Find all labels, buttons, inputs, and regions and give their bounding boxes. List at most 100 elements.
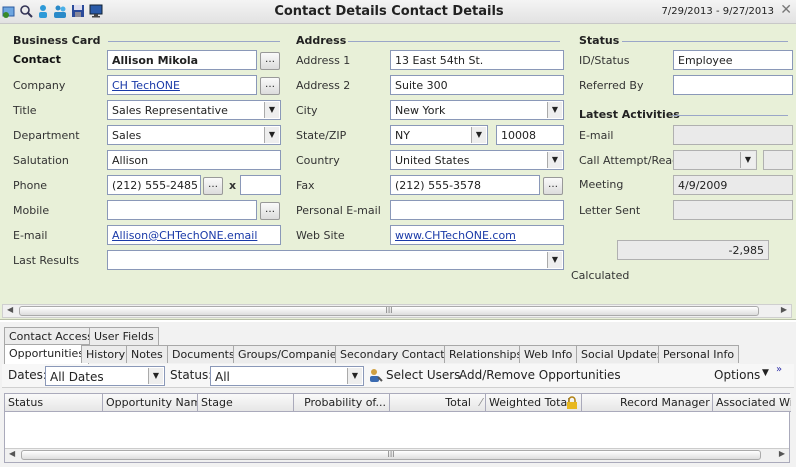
contact-name-field[interactable]: Allison Mikola [107,50,257,70]
tab-relationships[interactable]: Relationships [444,345,528,363]
chevron-down-icon[interactable]: ▼ [547,102,562,118]
tab-user-fields[interactable]: User Fields [89,327,159,345]
scroll-thumb[interactable]: III [21,450,761,460]
status-filter-dropdown[interactable]: All ▼ [210,366,364,386]
fax-field[interactable]: (212) 555-3578 [390,175,540,195]
phone-extension-field[interactable] [240,175,281,195]
fax-ellipsis-button[interactable]: … [543,177,563,195]
mobile-ellipsis-button[interactable]: … [260,202,280,220]
fax-label: Fax [296,179,315,192]
select-users-icon[interactable] [368,368,383,383]
tab-groups-companies[interactable]: Groups/Companies [233,345,348,363]
city-value: New York [395,104,446,117]
tab-social-updates[interactable]: Social Updates [576,345,668,363]
lock-icon [567,396,577,409]
tab-opportunities[interactable]: Opportunities [4,344,90,364]
company-field[interactable]: CH TechONE [107,75,257,95]
website-field[interactable]: www.CHTechONE.com [390,225,564,245]
scroll-left-icon[interactable]: ◀ [7,305,13,314]
city-dropdown[interactable]: New York ▼ [390,100,564,120]
grid-horizontal-scrollbar[interactable]: ◀ III ▶ [5,448,789,462]
chevron-down-icon[interactable]: ▼ [762,368,769,378]
address1-field[interactable]: 13 East 54th St. [390,50,564,70]
contact-ellipsis-button[interactable]: … [260,52,280,70]
form-horizontal-scrollbar[interactable]: ◀ III ▶ [2,304,792,318]
company-ellipsis-button[interactable]: … [260,77,280,95]
call-reach-field[interactable] [763,150,793,170]
referred-by-field[interactable] [673,75,793,95]
tab-personal-info[interactable]: Personal Info [658,345,740,363]
email-field[interactable]: Allison@CHTechONE.email [107,225,281,245]
state-dropdown[interactable]: NY ▼ [390,125,488,145]
chevron-down-icon[interactable]: ▼ [264,127,279,143]
country-dropdown[interactable]: United States ▼ [390,150,564,170]
column-header-total[interactable]: Total ⁄ [390,394,486,412]
select-users-button[interactable]: Select Users [386,368,460,382]
expand-icon[interactable]: » [776,364,782,375]
column-header-associated-with[interactable]: Associated Wi [713,394,791,412]
column-header-opportunity-name[interactable]: Opportunity Name [103,394,198,412]
dates-value: All Dates [50,370,104,384]
column-header-probability[interactable]: Probability of... [294,394,390,412]
referred-by-label: Referred By [579,79,644,92]
column-header-record-manager[interactable]: Record Manager [582,394,713,412]
close-icon[interactable]: ✕ [780,2,792,18]
department-value: Sales [112,129,142,142]
id-status-label: ID/Status [579,54,630,67]
activity-email-label: E-mail [579,129,614,142]
last-results-dropdown[interactable]: ▼ [107,250,564,270]
letter-sent-field[interactable] [673,200,793,220]
address2-field[interactable]: Suite 300 [390,75,564,95]
title-dropdown[interactable]: Sales Representative ▼ [107,100,281,120]
column-header-weighted-total[interactable]: Weighted Total [486,394,582,412]
status-filter-label: Status: [170,368,213,382]
opportunities-toolbar: Dates: All Dates ▼ Status: All ▼ Select Us… [2,364,794,388]
options-button[interactable]: Options [714,368,760,382]
column-header-status[interactable]: Status [5,394,103,412]
sort-icon[interactable]: ⁄ [480,396,482,409]
scroll-thumb[interactable]: III [19,306,759,316]
department-label: Department [13,129,80,142]
scroll-right-icon[interactable]: ▶ [779,449,785,458]
call-attempt-dropdown[interactable]: ▼ [673,150,757,170]
chevron-down-icon[interactable]: ▼ [264,102,279,118]
tab-documents[interactable]: Documents [167,345,240,363]
calculated-field[interactable]: -2,985 [617,240,769,260]
id-status-field[interactable]: Employee [673,50,793,70]
chevron-down-icon[interactable]: ▼ [347,368,362,384]
salutation-field[interactable]: Allison [107,150,281,170]
calculated-label: Calculated [571,269,630,282]
zip-field[interactable]: 10008 [496,125,564,145]
tab-contact-access[interactable]: Contact Access [4,327,98,345]
opportunities-grid: Status Opportunity Name Stage Probabilit… [4,393,791,463]
scroll-left-icon[interactable]: ◀ [9,449,15,458]
title-bar: Contact Details Contact Details 7/29/201… [0,0,796,24]
dates-dropdown[interactable]: All Dates ▼ [45,366,165,386]
tab-web-info[interactable]: Web Info [519,345,578,363]
tab-secondary-contacts[interactable]: Secondary Contacts [335,345,456,363]
chevron-down-icon[interactable]: ▼ [740,152,755,168]
activity-email-field[interactable] [673,125,793,145]
salutation-label: Salutation [13,154,69,167]
phone-ellipsis-button[interactable]: … [203,177,223,195]
section-address: Address [296,34,347,47]
chevron-down-icon[interactable]: ▼ [148,368,163,384]
title-value: Sales Representative [112,104,228,117]
website-label: Web Site [296,229,345,242]
tab-notes[interactable]: Notes [126,345,168,363]
phone-field[interactable]: (212) 555-2485 [107,175,201,195]
column-header-stage[interactable]: Stage [198,394,294,412]
chevron-down-icon[interactable]: ▼ [547,252,562,268]
department-dropdown[interactable]: Sales ▼ [107,125,281,145]
add-remove-opportunities-button[interactable]: Add/Remove Opportunities [459,368,621,382]
column-header-total-label: Total [445,396,471,409]
meeting-field[interactable]: 4/9/2009 [673,175,793,195]
address2-label: Address 2 [296,79,351,92]
mobile-field[interactable] [107,200,257,220]
tab-history[interactable]: History [81,345,131,363]
chevron-down-icon[interactable]: ▼ [471,127,486,143]
personal-email-field[interactable] [390,200,564,220]
contact-label: Contact [13,53,61,66]
chevron-down-icon[interactable]: ▼ [547,152,562,168]
scroll-right-icon[interactable]: ▶ [781,305,787,314]
